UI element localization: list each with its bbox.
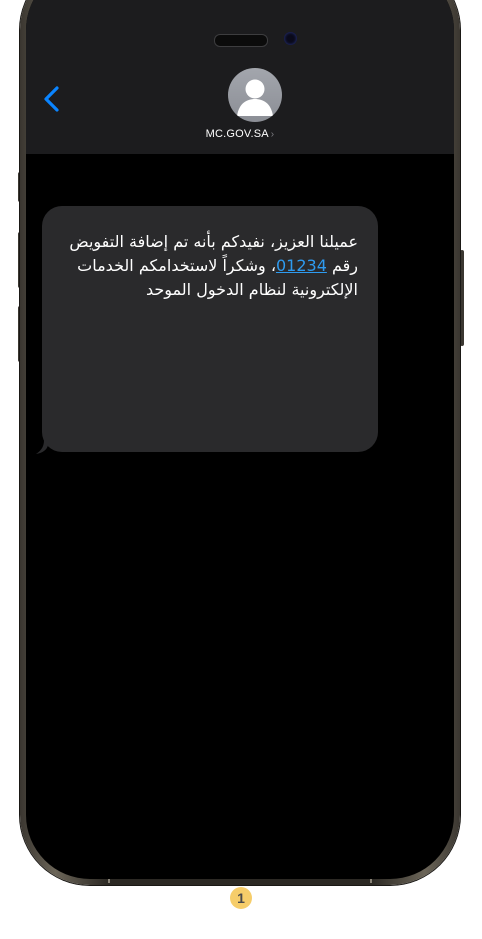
phone-screen: MC.GOV.SA › عميلنا العزيز، نفيدكم بأنه تم… [26,0,454,879]
message-bubble[interactable]: عميلنا العزيز، نفيدكم بأنه تم إضافة التف… [42,206,378,452]
phone-frame: MC.GOV.SA › عميلنا العزيز، نفيدكم بأنه تم… [20,0,460,885]
power-button [460,250,464,346]
message-text: عميلنا العزيز، نفيدكم بأنه تم إضافة التف… [62,230,358,302]
authorization-code-link[interactable]: 01234 [276,256,327,275]
chevron-left-icon[interactable] [40,84,64,114]
conversation-header: MC.GOV.SA › [26,0,454,154]
step-number-badge: 1 [230,887,252,909]
earpiece-speaker [214,34,268,47]
page: MC.GOV.SA › عميلنا العزيز، نفيدكم بأنه تم… [0,0,482,939]
chevron-right-icon: › [270,129,275,140]
front-camera [284,32,297,45]
person-icon [237,79,273,116]
avatar[interactable] [228,68,282,122]
contact-name-button[interactable]: MC.GOV.SA › [26,128,454,140]
contact-name: MC.GOV.SA [205,128,269,140]
